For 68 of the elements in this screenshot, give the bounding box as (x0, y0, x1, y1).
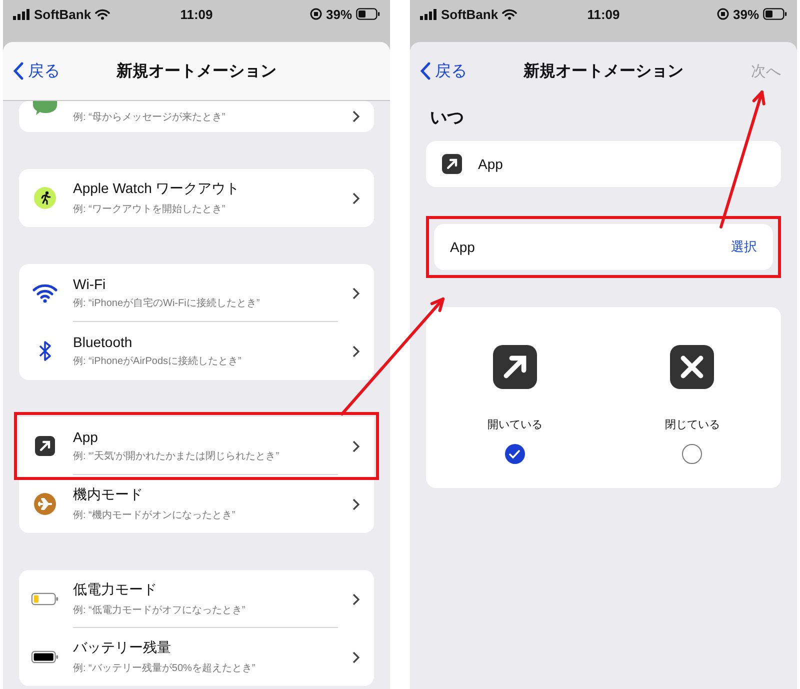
trigger-label: App (478, 156, 503, 172)
screen-title: 新規オートメーション (524, 61, 684, 82)
row-example: 例: “iPhoneが自宅のWi-Fiに接続したとき” (73, 296, 261, 310)
chevron-icon (352, 592, 360, 606)
running-figure-icon (34, 187, 56, 209)
signal-icon (420, 8, 437, 20)
trigger-row[interactable]: 機内モード 例: “機内モードがオンになったとき” (19, 475, 374, 533)
wifi-icon (95, 8, 110, 20)
back-button[interactable]: 戻る (13, 60, 60, 82)
radio-button[interactable] (682, 444, 702, 464)
chevron-icon (352, 110, 360, 123)
radio-button[interactable] (504, 444, 525, 464)
back-button[interactable]: 戻る (420, 60, 467, 82)
battery-icon (356, 8, 380, 20)
row-example: 例: “ワークアウトを開始したとき” (73, 203, 226, 216)
trigger-row[interactable]: 低電力モード 例: “低電力モードがオフになったとき” (19, 570, 374, 628)
row-title: 低電力モード (73, 580, 158, 598)
close-icon (670, 345, 714, 389)
orientation-lock-icon (716, 8, 729, 20)
battery-percent: 39% (732, 6, 760, 22)
trigger-row[interactable]: Apple Watch ワークアウト 例: “ワークアウトを開始したとき” (19, 169, 374, 227)
trigger-row[interactable]: Wi-Fi 例: “iPhoneが自宅のWi-Fiに接続したとき” (19, 264, 374, 322)
row-example: 例: “機内モードがオンになったとき” (73, 508, 236, 522)
row-example: 例: “母からメッセージが来たとき” (73, 110, 226, 124)
chevron-icon (352, 344, 360, 358)
back-chevron-icon (420, 62, 431, 80)
row-title: Bluetooth (73, 334, 134, 350)
bluetooth-icon (38, 340, 52, 362)
row-title: App (73, 428, 99, 444)
orientation-lock-icon (310, 8, 322, 20)
wifi-icon (502, 8, 518, 20)
signal-icon (13, 8, 30, 20)
screen-title: 新規オートメーション (116, 61, 276, 82)
chevron-icon (352, 286, 360, 300)
option-label: 閉じている (664, 418, 720, 432)
low-battery-icon (31, 592, 59, 606)
clock-time: 11:09 (587, 6, 620, 22)
picker-label: App (450, 239, 475, 255)
wifi-icon (32, 284, 58, 302)
trigger-row[interactable]: App 例: “'天気'が開かれたかまたは閉じられたとき” (19, 417, 374, 475)
airplane-icon (34, 493, 56, 515)
back-chevron-icon (13, 62, 24, 80)
arrow-up-right-icon (492, 345, 537, 389)
row-title: Wi-Fi (73, 276, 107, 292)
speech-bubble-icon (33, 101, 57, 115)
chevron-icon (352, 650, 360, 664)
row-example: 例: “'天気'が開かれたかまたは閉じられたとき” (73, 450, 280, 462)
full-battery-icon (31, 650, 59, 664)
check-icon (509, 450, 520, 458)
trigger-row[interactable]: 例: “母からメッセージが来たとき” (19, 101, 374, 132)
app-picker-row[interactable]: App 選択 (434, 224, 773, 270)
row-example: 例: “低電力モードがオフになったとき” (73, 604, 246, 616)
row-title: バッテリー残量 (73, 639, 172, 657)
carrier-name: SoftBank (441, 6, 498, 22)
chevron-icon (352, 498, 360, 510)
row-example: 例: “iPhoneがAirPodsに接続したとき” (73, 354, 242, 368)
row-example: 例: “バッテリー残量が50%を超えたとき” (73, 662, 256, 675)
row-title: 機内モード (73, 486, 144, 504)
battery-percent: 39% (326, 6, 352, 22)
section-heading: いつ (430, 107, 465, 129)
carrier-name: SoftBank (34, 6, 92, 22)
row-title: Apple Watch ワークアウト (73, 180, 241, 198)
option-label: 開いている (487, 418, 542, 432)
clock-time: 11:09 (180, 6, 213, 22)
chevron-icon (352, 440, 360, 452)
select-link[interactable]: 選択 (731, 238, 757, 256)
battery-icon (763, 8, 788, 20)
chevron-icon (352, 192, 360, 204)
